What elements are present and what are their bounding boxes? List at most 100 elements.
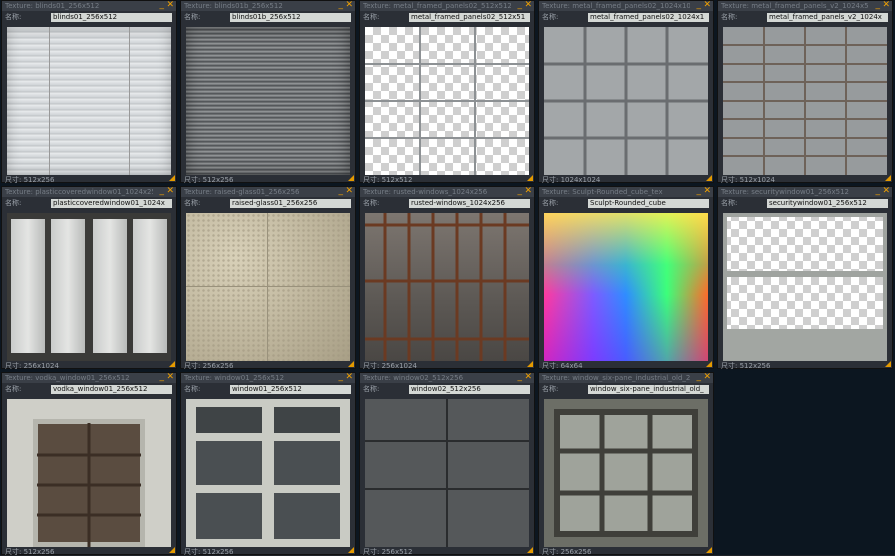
texture-panel-metal-framed-panels02-1024[interactable]: Texture: metal_framed_panels02_1024x1024… <box>538 0 714 184</box>
panel-titlebar[interactable]: Texture: blinds01b_256x512 _ ✕ <box>181 0 355 11</box>
panel-titlebar[interactable]: Texture: vodka_window01_256x512 _ ✕ <box>2 372 176 383</box>
name-field[interactable]: securitywindow01_256x512 <box>767 199 888 208</box>
close-icon[interactable]: ✕ <box>524 186 532 196</box>
resize-grip-icon[interactable] <box>169 547 175 553</box>
texture-panel-metal-framed-panels-v2[interactable]: Texture: metal_framed_panels_v2_1024x512… <box>717 0 893 184</box>
minimize-icon[interactable]: _ <box>339 372 344 382</box>
close-icon[interactable]: ✕ <box>703 0 711 10</box>
texture-panel-securitywindow01[interactable]: Texture: securitywindow01_256x512 _ ✕ 名称… <box>717 186 893 370</box>
panel-titlebar[interactable]: Texture: window02_512x256 _ ✕ <box>360 372 534 383</box>
resize-grip-icon[interactable] <box>169 361 175 367</box>
minimize-icon[interactable]: _ <box>518 186 523 196</box>
resize-grip-icon[interactable] <box>527 547 533 553</box>
panel-titlebar[interactable]: Texture: raised-glass01_256x256 _ ✕ <box>181 186 355 197</box>
close-icon[interactable]: ✕ <box>524 372 532 382</box>
name-field[interactable]: blinds01b_256x512 <box>230 13 351 22</box>
texture-thumbnail[interactable] <box>365 213 529 361</box>
texture-thumbnail[interactable] <box>186 213 350 361</box>
panel-titlebar[interactable]: Texture: securitywindow01_256x512 _ ✕ <box>718 186 892 197</box>
texture-panel-blinds01b[interactable]: Texture: blinds01b_256x512 _ ✕ 名称: blind… <box>180 0 356 184</box>
texture-thumbnail[interactable] <box>365 27 529 175</box>
texture-thumbnail[interactable] <box>544 213 708 361</box>
panel-titlebar[interactable]: Texture: metal_framed_panels02_1024x1024… <box>539 0 713 11</box>
minimize-icon[interactable]: _ <box>160 0 165 10</box>
name-field[interactable]: window_six-pane_industrial_old_ <box>588 385 709 394</box>
name-field[interactable]: raised-glass01_256x256 <box>230 199 351 208</box>
minimize-icon[interactable]: _ <box>876 0 881 10</box>
minimize-icon[interactable]: _ <box>160 186 165 196</box>
minimize-icon[interactable]: _ <box>339 186 344 196</box>
texture-thumbnail[interactable] <box>186 399 350 547</box>
panel-titlebar[interactable]: Texture: blinds01_256x512 _ ✕ <box>2 0 176 11</box>
texture-thumbnail[interactable] <box>544 399 708 547</box>
minimize-icon[interactable]: _ <box>697 186 702 196</box>
minimize-icon[interactable]: _ <box>339 0 344 10</box>
resize-grip-icon[interactable] <box>706 361 712 367</box>
texture-thumbnail[interactable] <box>186 27 350 175</box>
resize-grip-icon[interactable] <box>527 175 533 181</box>
close-icon[interactable]: ✕ <box>345 372 353 382</box>
minimize-icon[interactable]: _ <box>518 0 523 10</box>
name-row: 名称: vodka_window01_256x512 <box>2 384 176 395</box>
texture-thumbnail[interactable] <box>365 399 529 547</box>
panel-titlebar[interactable]: Texture: metal_framed_panels02_512x512 _… <box>360 0 534 11</box>
name-field[interactable]: window02_512x256 <box>409 385 530 394</box>
texture-thumbnail[interactable] <box>544 27 708 175</box>
close-icon[interactable]: ✕ <box>524 0 532 10</box>
texture-thumbnail[interactable] <box>723 213 887 361</box>
resize-grip-icon[interactable] <box>348 547 354 553</box>
minimize-icon[interactable]: _ <box>518 372 523 382</box>
panel-titlebar[interactable]: Texture: plasticcoveredwindow01_1024x256… <box>2 186 176 197</box>
texture-panel-metal-framed-panels02-512[interactable]: Texture: metal_framed_panels02_512x512 _… <box>359 0 535 184</box>
name-field[interactable]: metal_framed_panels_v2_1024x <box>767 13 888 22</box>
name-field[interactable]: plasticcoveredwindow01_1024x <box>51 199 172 208</box>
resize-grip-icon[interactable] <box>706 547 712 553</box>
texture-thumbnail[interactable] <box>7 27 171 175</box>
minimize-icon[interactable]: _ <box>697 372 702 382</box>
texture-panel-window01[interactable]: Texture: window01_256x512 _ ✕ 名称: window… <box>180 372 356 556</box>
name-field[interactable]: window01_256x512 <box>230 385 351 394</box>
resize-grip-icon[interactable] <box>348 175 354 181</box>
minimize-icon[interactable]: _ <box>697 0 702 10</box>
texture-panel-window-six-pane-industrial-old[interactable]: Texture: window_six-pane_industrial_old_… <box>538 372 714 556</box>
texture-panel-rusted-windows[interactable]: Texture: rusted-windows_1024x256 _ ✕ 名称:… <box>359 186 535 370</box>
close-icon[interactable]: ✕ <box>703 372 711 382</box>
resize-grip-icon[interactable] <box>527 361 533 367</box>
name-field[interactable]: Sculpt-Rounded_cube <box>588 199 709 208</box>
close-icon[interactable]: ✕ <box>703 186 711 196</box>
name-field[interactable]: metal_framed_panels02_1024x1 <box>588 13 709 22</box>
texture-thumbnail[interactable] <box>723 27 887 175</box>
texture-panel-sculpt-rounded-cube[interactable]: Texture: Sculpt-Rounded_cube_tex _ ✕ 名称:… <box>538 186 714 370</box>
resize-grip-icon[interactable] <box>348 361 354 367</box>
resize-grip-icon[interactable] <box>169 175 175 181</box>
texture-panel-plasticcoveredwindow01[interactable]: Texture: plasticcoveredwindow01_1024x256… <box>1 186 177 370</box>
name-field[interactable]: blinds01_256x512 <box>51 13 172 22</box>
close-icon[interactable]: ✕ <box>345 0 353 10</box>
panel-titlebar[interactable]: Texture: window_six-pane_industrial_old_… <box>539 372 713 383</box>
texture-thumbnail[interactable] <box>7 213 171 361</box>
close-icon[interactable]: ✕ <box>882 186 890 196</box>
close-icon[interactable]: ✕ <box>166 186 174 196</box>
texture-panel-vodka-window01[interactable]: Texture: vodka_window01_256x512 _ ✕ 名称: … <box>1 372 177 556</box>
texture-panel-raised-glass01[interactable]: Texture: raised-glass01_256x256 _ ✕ 名称: … <box>180 186 356 370</box>
texture-thumbnail[interactable] <box>7 399 171 547</box>
close-icon[interactable]: ✕ <box>345 186 353 196</box>
panel-titlebar[interactable]: Texture: metal_framed_panels_v2_1024x512… <box>718 0 892 11</box>
texture-panel-blinds01[interactable]: Texture: blinds01_256x512 _ ✕ 名称: blinds… <box>1 0 177 184</box>
texture-panel-window02[interactable]: Texture: window02_512x256 _ ✕ 名称: window… <box>359 372 535 556</box>
name-field[interactable]: vodka_window01_256x512 <box>51 385 172 394</box>
minimize-icon[interactable]: _ <box>160 372 165 382</box>
close-icon[interactable]: ✕ <box>166 0 174 10</box>
name-field[interactable]: metal_framed_panels02_512x51 <box>409 13 530 22</box>
panel-titlebar[interactable]: Texture: rusted-windows_1024x256 _ ✕ <box>360 186 534 197</box>
size-value: 512x512 <box>381 176 413 184</box>
panel-titlebar[interactable]: Texture: window01_256x512 _ ✕ <box>181 372 355 383</box>
resize-grip-icon[interactable] <box>885 361 891 367</box>
resize-grip-icon[interactable] <box>706 175 712 181</box>
name-field[interactable]: rusted-windows_1024x256 <box>409 199 530 208</box>
resize-grip-icon[interactable] <box>885 175 891 181</box>
close-icon[interactable]: ✕ <box>166 372 174 382</box>
minimize-icon[interactable]: _ <box>876 186 881 196</box>
close-icon[interactable]: ✕ <box>882 0 890 10</box>
panel-titlebar[interactable]: Texture: Sculpt-Rounded_cube_tex _ ✕ <box>539 186 713 197</box>
